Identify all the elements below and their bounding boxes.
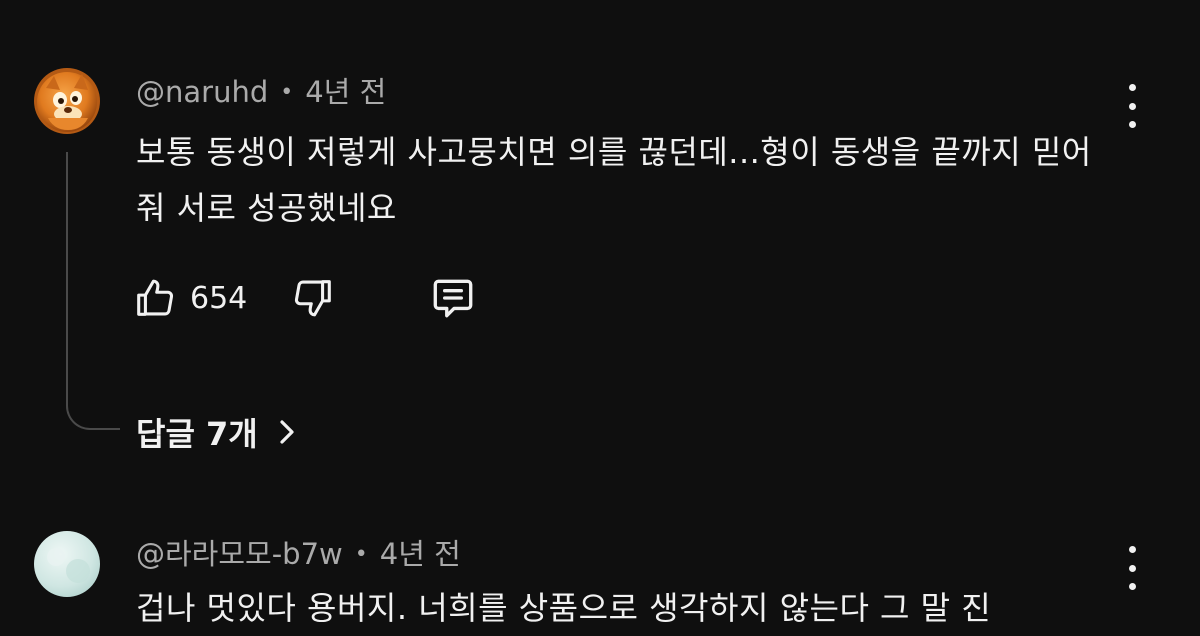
author-handle[interactable]: @라라모모-b7w: [136, 537, 343, 571]
avatar[interactable]: [34, 68, 100, 134]
more-vertical-icon[interactable]: [1120, 84, 1144, 128]
comment-thread: @라라모모-b7w • 4년 전 겁나 멋있다 용버지. 너희를 상품으로 생각하지…: [0, 500, 1200, 630]
more-vertical-icon[interactable]: [1120, 546, 1144, 590]
replies-label: 답글 7개: [136, 415, 258, 453]
comment-meta: @라라모모-b7w • 4년 전: [136, 536, 461, 576]
pale-teal-avatar-icon: [34, 531, 100, 597]
comment-thread: @naruhd • 4년 전 보통 동생이 저렇게 사고뭉치면 의를 끊던데...형…: [0, 0, 1200, 500]
like-button[interactable]: 654: [132, 272, 247, 324]
dislike-button[interactable]: [290, 272, 336, 324]
thread-connector-line: [66, 152, 120, 430]
meta-separator: •: [280, 80, 294, 105]
comment-text: 보통 동생이 저렇게 사고뭉치면 의를 끊던데...형이 동생을 끝까지 믿어줘…: [136, 133, 1092, 227]
reply-button[interactable]: [428, 272, 478, 324]
comment-meta: @naruhd • 4년 전: [136, 74, 386, 114]
avatar[interactable]: [34, 531, 100, 597]
author-handle[interactable]: @naruhd: [136, 75, 268, 109]
meta-separator: •: [354, 542, 368, 567]
orange-cartoon-avatar-icon: [34, 68, 100, 134]
chevron-right-icon: [280, 420, 294, 444]
comment-reply-icon: [433, 279, 473, 318]
replies-toggle[interactable]: 답글 7개: [136, 408, 298, 456]
comment-text: 겁나 멋있다 용버지. 너희를 상품으로 생각하지 않는다 그 말 진: [136, 589, 992, 627]
comment-time[interactable]: 4년 전: [305, 75, 386, 109]
comment-actions: 654: [132, 272, 532, 324]
like-count: 654: [190, 280, 248, 316]
thumbs-down-icon: [294, 280, 331, 317]
comment-time[interactable]: 4년 전: [380, 537, 461, 571]
thumbs-up-icon: [137, 279, 174, 316]
